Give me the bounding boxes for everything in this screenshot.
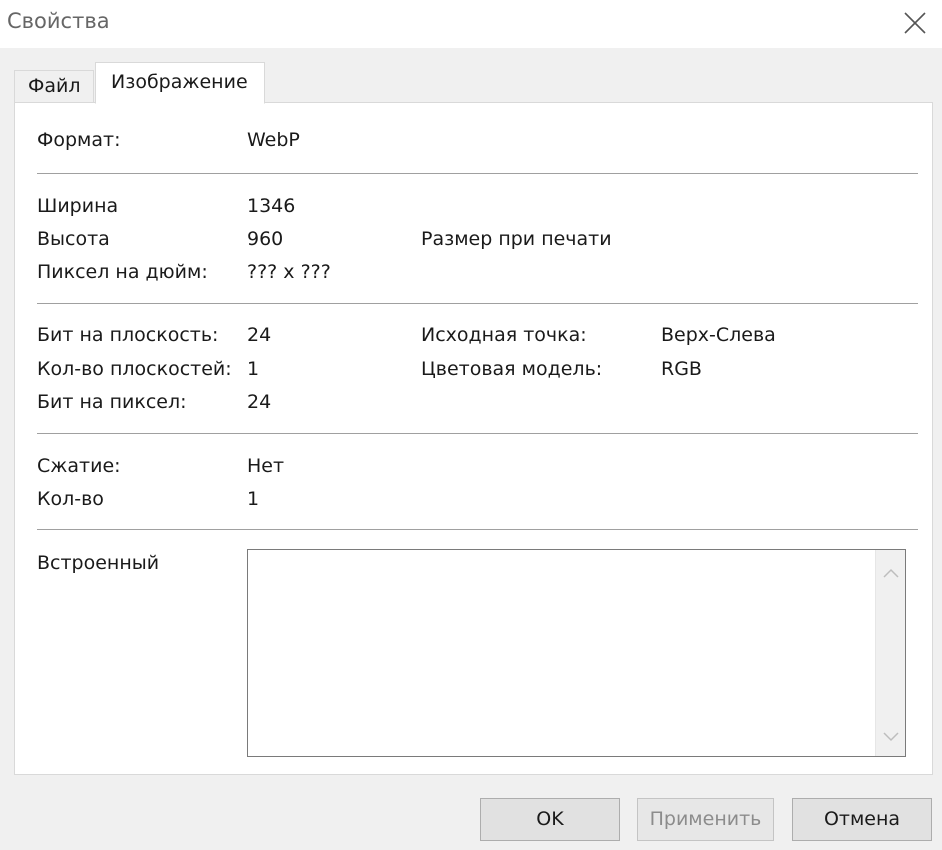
origin-value: Верх-Слева [661, 324, 776, 346]
embedded-label: Встроенный [37, 552, 160, 574]
chevron-up-icon[interactable] [883, 568, 899, 578]
divider [37, 303, 918, 304]
apply-button[interactable]: Применить [637, 798, 774, 841]
planes-label: Кол-во плоскостей: [37, 358, 232, 380]
color-model-label: Цветовая модель: [421, 358, 603, 380]
dpi-value: ??? x ??? [247, 261, 331, 283]
origin-label: Исходная точка: [421, 324, 587, 346]
width-value: 1346 [247, 195, 296, 217]
bits-per-pixel-value: 24 [247, 391, 272, 413]
count-label: Кол-во [37, 488, 104, 510]
window-title: Свойства [7, 9, 110, 33]
close-icon [904, 12, 926, 34]
planes-value: 1 [247, 358, 260, 380]
height-label: Высота [37, 228, 110, 250]
chevron-down-icon[interactable] [883, 732, 899, 742]
vertical-scrollbar[interactable] [875, 550, 905, 756]
bits-per-plane-label: Бит на плоскость: [37, 324, 219, 346]
image-properties-panel: Формат: WebP Ширина 1346 Высота 960 Разм… [14, 102, 933, 775]
cancel-button[interactable]: Отмена [792, 798, 932, 841]
bits-per-pixel-label: Бит на пиксел: [37, 391, 187, 413]
height-value: 960 [247, 228, 284, 250]
count-value: 1 [247, 488, 260, 510]
width-label: Ширина [37, 195, 119, 217]
format-label: Формат: [37, 129, 121, 151]
divider [37, 173, 918, 174]
divider [37, 433, 918, 434]
dpi-label: Пиксел на дюйм: [37, 261, 208, 283]
tab-image[interactable]: Изображение [95, 62, 265, 104]
print-size-label: Размер при печати [421, 228, 612, 250]
format-value: WebP [247, 129, 300, 151]
compression-label: Сжатие: [37, 455, 121, 477]
tab-file[interactable]: Файл [14, 70, 94, 103]
color-model-value: RGB [661, 358, 702, 380]
embedded-textarea[interactable] [247, 549, 906, 757]
bits-per-plane-value: 24 [247, 324, 272, 346]
ok-button[interactable]: OK [480, 798, 620, 841]
title-bar: Свойства [0, 0, 942, 48]
divider [37, 529, 918, 530]
compression-value: Нет [247, 455, 285, 477]
close-button[interactable] [896, 0, 942, 44]
